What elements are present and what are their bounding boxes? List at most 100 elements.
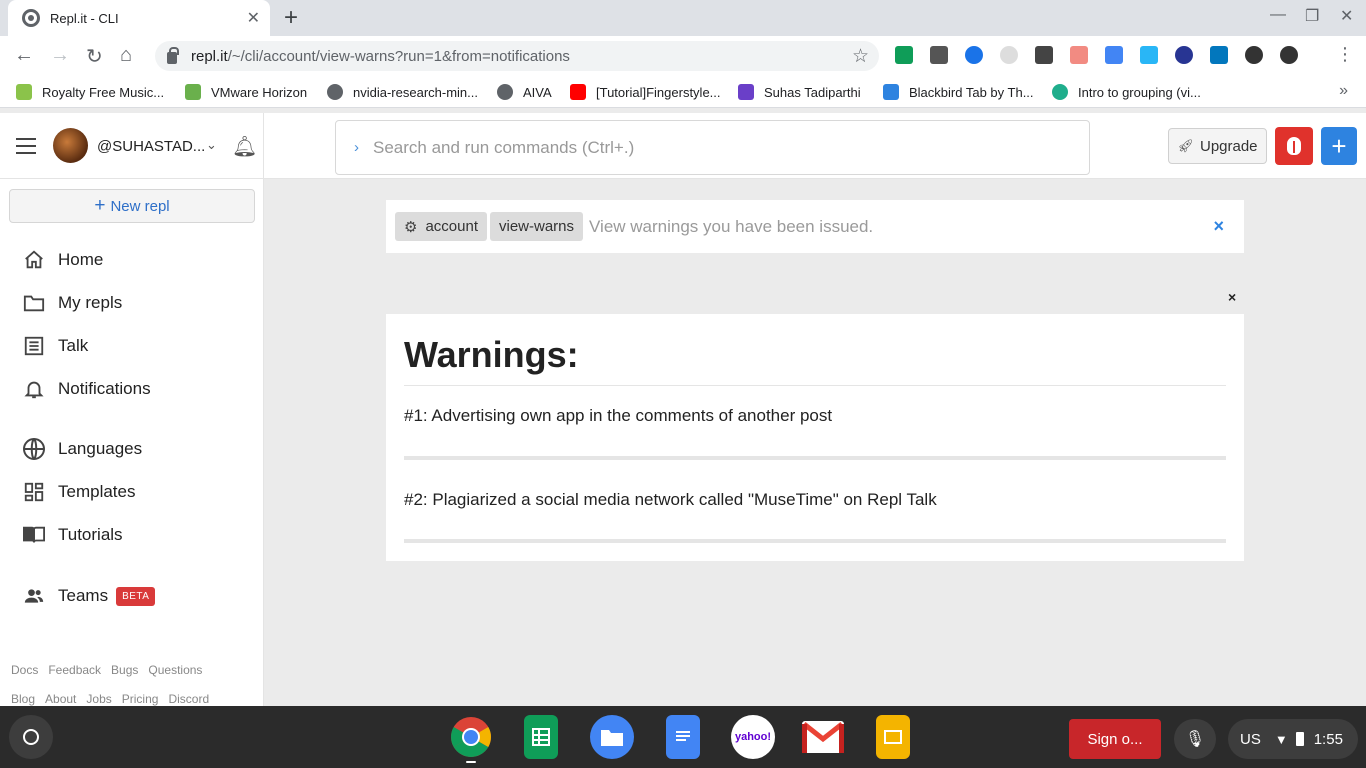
sidebar-item-tutorials[interactable]: Tutorials [22,523,123,547]
warning-item: #2: Plagiarized a social media network c… [404,490,937,509]
maximize-icon[interactable]: ❐ [1305,6,1319,26]
command-search-input[interactable] [373,137,1053,158]
divider [404,456,1226,460]
beta-badge: BETA [116,586,156,606]
forward-icon[interactable]: → [50,44,70,67]
bookmark-item[interactable]: AIVA [497,84,552,100]
browser-menu-icon[interactable]: ⋮ [1336,44,1354,65]
lock-icon[interactable] [167,47,179,64]
bookmark-favicon-icon [883,84,899,100]
gear-icon: ⚙ [404,218,418,236]
tab-title: Repl.it - CLI [50,10,119,26]
launcher-button[interactable] [9,715,53,759]
create-button[interactable]: + [1321,127,1357,165]
system-tray[interactable]: US ▼ 1:55 [1228,719,1358,759]
sidebar-item-teams[interactable]: Teams BETA [22,584,156,608]
back-icon[interactable]: ← [14,44,34,67]
extension-classroom-icon[interactable] [895,46,913,64]
footer-link-pricing[interactable]: Pricing [122,692,159,706]
warnings-panel: Warnings: #1: Advertising own app in the… [386,314,1244,561]
gmail-app-icon[interactable] [801,715,845,759]
notifications-bell-icon[interactable]: 🔔︎ [232,134,257,159]
extension-arrow-icon[interactable] [1070,46,1088,64]
footer-link-docs[interactable]: Docs [11,663,38,677]
sidebar-item-notifications[interactable]: Notifications [22,377,151,401]
sidebar-item-talk[interactable]: Talk [22,334,88,358]
bookmark-item[interactable]: VMware Horizon [185,84,307,100]
bookmark-label: Blackbird Tab by Th... [909,84,1034,100]
command-chip-view-warns[interactable]: view-warns [490,212,584,241]
slides-app-icon[interactable] [876,715,910,759]
new-repl-button[interactable]: + New repl [9,189,255,223]
footer-link-blog[interactable]: Blog [11,692,35,706]
minimize-icon[interactable]: — [1270,6,1286,24]
cli-command-bar: ⚙ account view-warns View warnings you h… [386,200,1244,253]
footer-link-about[interactable]: About [45,692,76,706]
extension-vpn2-icon[interactable] [1280,46,1298,64]
new-tab-button[interactable]: + [284,4,298,32]
bookmark-item[interactable]: Royalty Free Music... [16,84,164,100]
yahoo-app-icon[interactable]: yahoo! [731,715,775,759]
extension-t-icon[interactable] [930,46,948,64]
bookmark-star-icon[interactable]: ☆ [852,45,869,68]
divider [404,385,1226,386]
command-search-bar[interactable]: › [335,120,1090,175]
footer-link-bugs[interactable]: Bugs [111,663,138,677]
sidebar: + New repl Home My repls Talk Notificatio… [0,179,264,706]
microphone-icon[interactable]: 🎙︎ [1174,719,1216,759]
browser-tab[interactable]: Repl.it - CLI ✕ [8,0,270,36]
avatar[interactable] [53,128,88,163]
close-window-icon[interactable]: ✕ [1340,6,1353,26]
extension-k-icon[interactable] [1175,46,1193,64]
sign-out-button[interactable]: Sign o... [1069,719,1161,759]
extension-calculator-icon[interactable] [1105,46,1123,64]
tab-close-icon[interactable]: ✕ [247,8,260,28]
report-bug-button[interactable] [1275,127,1313,165]
footer-link-feedback[interactable]: Feedback [48,663,101,677]
bookmark-item[interactable]: Intro to grouping (vi... [1052,84,1201,100]
footer-link-jobs[interactable]: Jobs [86,692,111,706]
bookmark-label: VMware Horizon [211,84,308,100]
sidebar-item-my-repls[interactable]: My repls [22,291,122,315]
chrome-app-icon[interactable] [449,715,493,759]
sidebar-item-home[interactable]: Home [22,248,103,272]
cli-close-icon[interactable]: × [1213,216,1224,237]
footer-links-row1: Docs Feedback Bugs Questions [11,663,212,677]
bookmark-item[interactable]: Suhas Tadiparthi [738,84,861,100]
bookmark-label: AIVA [523,84,552,100]
extension-piano-icon[interactable] [1035,46,1053,64]
bookmark-favicon-icon [497,84,513,100]
chevron-right-icon: › [354,139,359,156]
list-icon [22,334,46,358]
sheets-app-icon[interactable] [524,715,558,759]
home-page-icon[interactable]: ⌂ [120,44,132,67]
footer-link-questions[interactable]: Questions [148,663,202,677]
active-app-indicator [466,761,476,763]
reload-icon[interactable]: ↻ [86,44,103,69]
sidebar-item-templates[interactable]: Templates [22,480,135,504]
command-description: View warnings you have been issued. [589,216,874,236]
extension-cloud-icon[interactable] [1140,46,1158,64]
bookmark-favicon-icon [1052,84,1068,100]
bookmark-label: Royalty Free Music... [42,84,165,100]
upgrade-button[interactable]: 🚀︎ Upgrade [1168,128,1267,164]
files-app-icon[interactable] [590,715,634,759]
command-chip-account[interactable]: ⚙ account [395,212,487,241]
hamburger-menu-icon[interactable] [16,138,36,154]
warnings-close-icon[interactable]: × [1228,289,1236,305]
extension-grid-icon[interactable] [1210,46,1228,64]
bookmark-item[interactable]: [Tutorial]Fingerstyle... [570,84,721,100]
extension-shield-icon[interactable] [965,46,983,64]
footer-link-discord[interactable]: Discord [168,692,209,706]
address-bar[interactable]: repl.it/~/cli/account/view-warns?run=1&f… [155,41,879,71]
extension-clock-icon[interactable] [1000,46,1018,64]
bookmark-item[interactable]: nvidia-research-min... [327,84,478,100]
username[interactable]: @SUHASTAD... [97,138,205,155]
bookmarks-overflow-icon[interactable]: » [1339,82,1348,100]
extension-vpn-icon[interactable] [1245,46,1263,64]
sidebar-item-languages[interactable]: Languages [22,437,142,461]
docs-app-icon[interactable] [666,715,700,759]
chevron-down-icon[interactable]: ⌄ [206,137,217,153]
sidebar-item-label: Notifications [58,379,151,398]
bookmark-item[interactable]: Blackbird Tab by Th... [883,84,1034,100]
